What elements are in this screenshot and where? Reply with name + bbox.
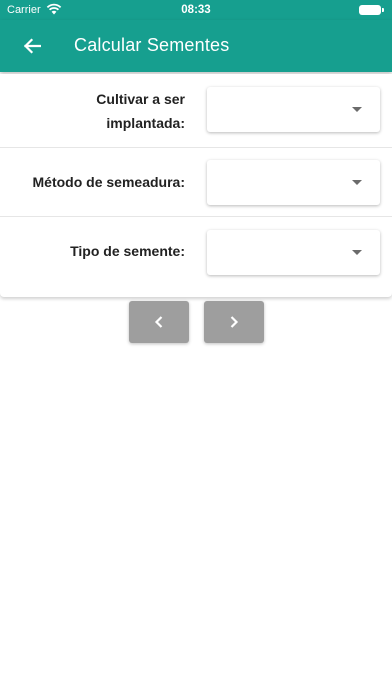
previous-button[interactable]: [129, 301, 189, 343]
status-time: 08:33: [181, 4, 211, 16]
status-bar: Carrier 08:33: [0, 0, 392, 20]
arrow-left-icon: [23, 38, 41, 54]
chevron-right-icon: [230, 316, 239, 328]
app-bar: Calcular Sementes: [0, 20, 392, 72]
metodo-dropdown[interactable]: [207, 160, 380, 205]
next-button[interactable]: [204, 301, 264, 343]
battery-icon: [359, 5, 384, 15]
caret-down-icon: [352, 107, 362, 112]
tipo-label: Tipo de semente:: [70, 243, 185, 259]
caret-down-icon: [352, 180, 362, 185]
caret-down-icon: [352, 250, 362, 255]
metodo-label: Método de semeadura:: [32, 174, 185, 190]
back-button[interactable]: [18, 32, 46, 60]
metodo-row: Método de semeadura:: [0, 148, 392, 217]
cultivar-label: Cultivar a ser implantada:: [96, 91, 185, 131]
form-card: Cultivar a ser implantada: Método de sem…: [0, 74, 392, 297]
page-title: Calcular Sementes: [74, 35, 230, 55]
tipo-dropdown[interactable]: [207, 230, 380, 275]
tipo-row: Tipo de semente:: [0, 217, 392, 297]
chevron-left-icon: [154, 316, 163, 328]
cultivar-row: Cultivar a ser implantada:: [0, 74, 392, 148]
cultivar-dropdown[interactable]: [207, 87, 380, 132]
